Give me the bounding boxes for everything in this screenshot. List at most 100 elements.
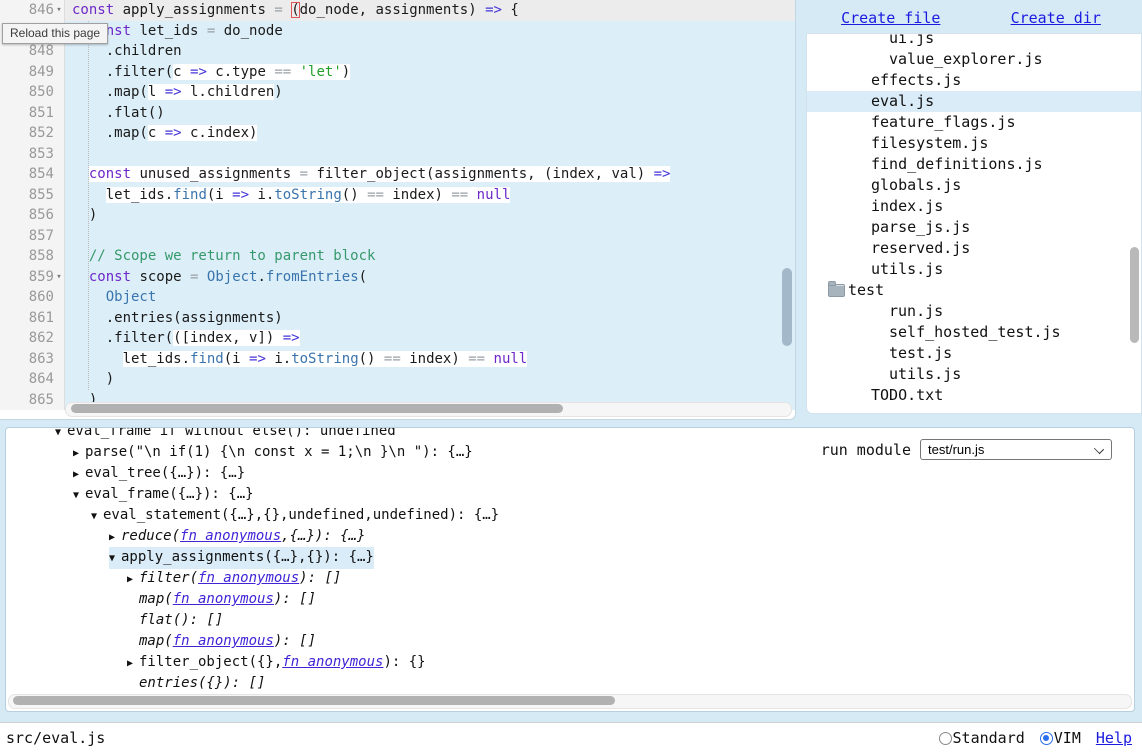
file-item[interactable]: parse_js.js xyxy=(807,217,1141,238)
expand-arrow-icon[interactable]: ▶ xyxy=(73,464,85,485)
file-tree-panel[interactable]: ui.jsvalue_explorer.jseffects.jseval.jsf… xyxy=(806,33,1142,414)
calltree-node-content[interactable]: ▼eval_statement({…},{},undefined,undefin… xyxy=(91,507,499,523)
fold-arrow-icon[interactable]: ▾ xyxy=(54,267,64,288)
code-line[interactable]: 856 ) xyxy=(0,205,795,226)
calltree-node[interactable]: map(fn anonymous): [] xyxy=(6,589,1134,610)
editor-horizontal-scrollbar[interactable] xyxy=(65,402,792,417)
file-item[interactable]: self_hosted_test.js xyxy=(807,322,1141,343)
code-text[interactable]: .map(l => l.children) xyxy=(65,82,795,103)
expand-arrow-icon[interactable]: ▶ xyxy=(73,443,85,464)
code-line[interactable]: 864 ) xyxy=(0,369,795,390)
calltree-horizontal-scrollbar[interactable] xyxy=(8,694,1132,709)
code-line[interactable]: 859▾ const scope = Object.fromEntries( xyxy=(0,267,795,288)
file-item[interactable]: test.js xyxy=(807,343,1141,364)
code-text[interactable]: .filter(c => c.type == 'let') xyxy=(65,62,795,83)
code-line[interactable]: 847 const let_ids = do_node xyxy=(0,21,795,42)
calltree-node[interactable]: entries({}): [] xyxy=(6,673,1134,694)
code-line[interactable]: 849 .filter(c => c.type == 'let') xyxy=(0,62,795,83)
fn-anonymous-link[interactable]: fn anonymous xyxy=(173,633,274,649)
code-text[interactable]: const unused_assignments = filter_object… xyxy=(65,164,795,185)
calltree-horizontal-scrollbar-thumb[interactable] xyxy=(13,696,615,705)
editor-vertical-scrollbar-thumb[interactable] xyxy=(782,268,792,346)
code-line[interactable]: 854 const unused_assignments = filter_ob… xyxy=(0,164,795,185)
file-item[interactable]: utils.js xyxy=(807,364,1141,385)
keybindings-standard-radio[interactable]: Standard xyxy=(939,729,1025,747)
collapse-arrow-icon[interactable]: ▼ xyxy=(73,485,85,506)
calltree-panel[interactable]: ▼eval_frame if without else(): undefined… xyxy=(5,427,1135,712)
folder-item[interactable]: test xyxy=(807,280,1141,301)
calltree-node[interactable]: flat(): [] xyxy=(6,610,1134,631)
fn-anonymous-link[interactable]: fn anonymous xyxy=(282,654,383,670)
expand-arrow-icon[interactable]: ▶ xyxy=(127,569,139,590)
filetree-vertical-scrollbar-thumb[interactable] xyxy=(1130,247,1139,343)
code-line[interactable]: 853 xyxy=(0,144,795,165)
calltree-node[interactable]: ▶filter(fn anonymous): [] xyxy=(6,568,1134,589)
code-text[interactable]: .children xyxy=(65,41,795,62)
calltree-node-content[interactable]: ▶parse("\n if(1) {\n const x = 1;\n }\n … xyxy=(73,444,473,460)
calltree-node-content[interactable]: ▼eval_frame if without else(): undefined xyxy=(55,427,396,439)
code-line[interactable]: 848 .children xyxy=(0,41,795,62)
file-item[interactable]: value_explorer.js xyxy=(807,49,1141,70)
file-item[interactable]: utils.js xyxy=(807,259,1141,280)
code-text[interactable]: const let_ids = do_node xyxy=(65,21,795,42)
file-item[interactable]: feature_flags.js xyxy=(807,112,1141,133)
create-file-link[interactable]: Create file xyxy=(841,9,940,27)
calltree-node[interactable]: ▶reduce(fn anonymous,{…}): {…} xyxy=(6,526,1134,547)
create-dir-link[interactable]: Create dir xyxy=(1011,9,1101,27)
calltree-node[interactable]: ▼eval_statement({…},{},undefined,undefin… xyxy=(6,505,1134,526)
calltree-node[interactable]: ▶eval_tree({…}): {…} xyxy=(6,463,1134,484)
code-line[interactable]: 862 .filter(([index, v]) => xyxy=(0,328,795,349)
code-text[interactable]: .map(c => c.index) xyxy=(65,123,795,144)
code-text[interactable] xyxy=(65,226,795,247)
run-module-select[interactable]: test/run.js xyxy=(920,439,1112,460)
calltree-node-content[interactable]: flat(): [] xyxy=(127,612,223,628)
calltree-node[interactable]: ▼apply_assignments({…},{}): {…} xyxy=(6,547,1134,568)
file-item[interactable]: effects.js xyxy=(807,70,1141,91)
calltree-node[interactable]: ▼eval_frame({…}): {…} xyxy=(6,484,1134,505)
code-line[interactable]: 860 Object xyxy=(0,287,795,308)
code-line[interactable]: 852 .map(c => c.index) xyxy=(0,123,795,144)
editor-horizontal-scrollbar-thumb[interactable] xyxy=(71,404,563,413)
fn-anonymous-link[interactable]: fn anonymous xyxy=(180,528,281,544)
expand-arrow-icon[interactable]: ▶ xyxy=(127,653,139,674)
file-item[interactable]: eval.js xyxy=(807,91,1141,112)
code-text[interactable]: .entries(assignments) xyxy=(65,308,795,329)
code-line[interactable]: 857 xyxy=(0,226,795,247)
collapse-arrow-icon[interactable]: ▼ xyxy=(55,427,67,443)
calltree-node-content[interactable]: ▼eval_frame({…}): {…} xyxy=(73,486,254,502)
file-item[interactable]: globals.js xyxy=(807,175,1141,196)
calltree-node-content[interactable]: ▶reduce(fn anonymous,{…}): {…} xyxy=(109,528,365,544)
calltree-node-content[interactable]: ▶filter(fn anonymous): [] xyxy=(127,570,341,586)
fn-anonymous-link[interactable]: fn anonymous xyxy=(173,591,274,607)
radio-unselected-icon[interactable] xyxy=(939,732,952,745)
file-item[interactable]: find_definitions.js xyxy=(807,154,1141,175)
collapse-arrow-icon[interactable]: ▼ xyxy=(109,548,121,569)
code-text[interactable] xyxy=(65,144,795,165)
calltree-node-content[interactable]: map(fn anonymous): [] xyxy=(127,591,316,607)
code-line[interactable]: 851 .flat() xyxy=(0,103,795,124)
calltree-node-selected[interactable]: ▼apply_assignments({…},{}): {…} xyxy=(109,547,374,569)
code-line[interactable]: 863 let_ids.find(i => i.toString() == in… xyxy=(0,349,795,370)
code-text[interactable]: Object xyxy=(65,287,795,308)
code-line[interactable]: 855 let_ids.find(i => i.toString() == in… xyxy=(0,185,795,206)
file-item[interactable]: index.js xyxy=(807,196,1141,217)
fn-anonymous-link[interactable]: fn anonymous xyxy=(198,570,299,586)
code-text[interactable]: ) xyxy=(65,369,795,390)
file-item[interactable]: TODO.txt xyxy=(807,385,1141,406)
code-line[interactable]: 846▾const apply_assignments = (do_node, … xyxy=(0,0,795,21)
code-text[interactable]: let_ids.find(i => i.toString() == index)… xyxy=(65,349,795,370)
code-text[interactable]: ) xyxy=(65,205,795,226)
code-text[interactable]: const scope = Object.fromEntries( xyxy=(65,267,795,288)
fold-arrow-icon[interactable]: ▾ xyxy=(54,0,64,21)
code-editor-panel[interactable]: 846▾const apply_assignments = (do_node, … xyxy=(0,0,796,420)
help-link[interactable]: Help xyxy=(1096,729,1132,747)
expand-arrow-icon[interactable]: ▶ xyxy=(109,527,121,548)
code-line[interactable]: 858 // Scope we return to parent block xyxy=(0,246,795,267)
code-text[interactable]: let_ids.find(i => i.toString() == index)… xyxy=(65,185,795,206)
calltree-node-content[interactable]: ▶filter_object({},fn anonymous): {} xyxy=(127,654,426,670)
calltree-node-content[interactable]: entries({}): [] xyxy=(127,675,265,691)
code-text[interactable]: .filter(([index, v]) => xyxy=(65,328,795,349)
radio-selected-icon[interactable] xyxy=(1040,732,1053,745)
file-item[interactable]: reserved.js xyxy=(807,238,1141,259)
collapse-arrow-icon[interactable]: ▼ xyxy=(91,506,103,527)
